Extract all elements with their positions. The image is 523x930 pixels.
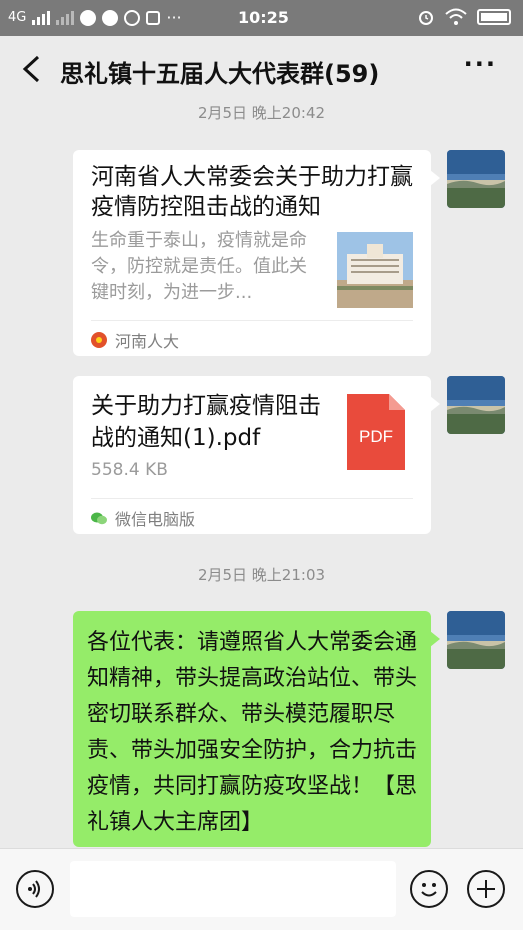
- sender-avatar[interactable]: [447, 611, 505, 669]
- qq-notification-icon: [124, 9, 141, 26]
- notification-app-icon: [80, 9, 97, 26]
- wechat-logo-icon: [91, 512, 107, 524]
- more-functions-button[interactable]: [467, 870, 505, 908]
- voice-input-button[interactable]: [16, 870, 54, 908]
- link-source: 河南人大: [91, 328, 179, 352]
- card-divider: [91, 320, 413, 321]
- text-message-bubble[interactable]: 各位代表：请遵照省人大常委会通知精神，带头提高政治站位、带头密切联系群众、带头模…: [73, 611, 440, 847]
- link-description: 生命重于泰山，疫情就是命令，防控就是责任。值此关键时刻，为进一步...: [91, 230, 307, 303]
- status-left-icons: 4G ···: [8, 8, 182, 27]
- link-thumbnail-image: [337, 232, 413, 308]
- card-divider: [91, 498, 413, 499]
- chat-header: 思礼镇十五届人大代表群(59) ···: [0, 36, 523, 102]
- avatar-landscape-image: [447, 150, 505, 208]
- sender-avatar[interactable]: [447, 150, 505, 208]
- status-time: 10:25: [238, 8, 289, 27]
- battery-icon: [477, 9, 511, 25]
- status-bar: 4G ··· 10:25: [0, 0, 523, 36]
- file-source-name: 微信电脑版: [115, 510, 196, 529]
- chat-title: 思礼镇十五届人大代表群(59): [60, 60, 380, 88]
- emoji-button[interactable]: [410, 870, 448, 908]
- file-size: 558.4 KB: [91, 460, 168, 480]
- sender-avatar[interactable]: [447, 376, 505, 434]
- henan-renda-logo-icon: [91, 332, 107, 348]
- app-notification-icon: [146, 10, 161, 25]
- smiley-icon: [421, 883, 437, 897]
- network-type: 4G: [8, 10, 27, 25]
- pdf-label: PDF: [359, 427, 393, 446]
- chevron-left-icon[interactable]: [18, 54, 46, 84]
- wechat-notification-icon: [102, 9, 119, 26]
- wifi-icon: [445, 8, 467, 25]
- alarm-icon: [419, 11, 433, 25]
- signal-icon: [32, 10, 51, 25]
- link-message-card[interactable]: 河南省人大常委会关于助力打赢疫情防控阻击战的通知 生命重于泰山，疫情就是命令，防…: [73, 150, 440, 356]
- file-message-card[interactable]: 关于助力打赢疫情阻击战的通知(1).pdf 558.4 KB PDF 微信电脑版: [73, 376, 440, 534]
- file-source: 微信电脑版: [91, 506, 195, 530]
- more-notifications-icon: ···: [166, 8, 182, 27]
- message-timestamp: 2月5日 晚上21:03: [197, 566, 326, 584]
- voice-icon: [28, 880, 40, 898]
- more-button[interactable]: ···: [464, 50, 497, 78]
- file-name: 关于助力打赢疫情阻击战的通知(1).pdf: [91, 393, 321, 451]
- input-bar: [0, 848, 523, 930]
- avatar-landscape-image: [447, 376, 505, 434]
- pdf-file-icon: PDF: [347, 394, 405, 470]
- link-source-name: 河南人大: [115, 332, 180, 351]
- message-timestamp: 2月5日 晚上20:42: [197, 104, 326, 122]
- avatar-landscape-image: [447, 611, 505, 669]
- status-right-icons: [417, 8, 511, 26]
- message-input[interactable]: [70, 861, 396, 917]
- plus-icon: [477, 880, 495, 898]
- signal-secondary-icon: [56, 10, 75, 25]
- link-title: 河南省人大常委会关于助力打赢疫情防控阻击战的通知: [91, 164, 413, 220]
